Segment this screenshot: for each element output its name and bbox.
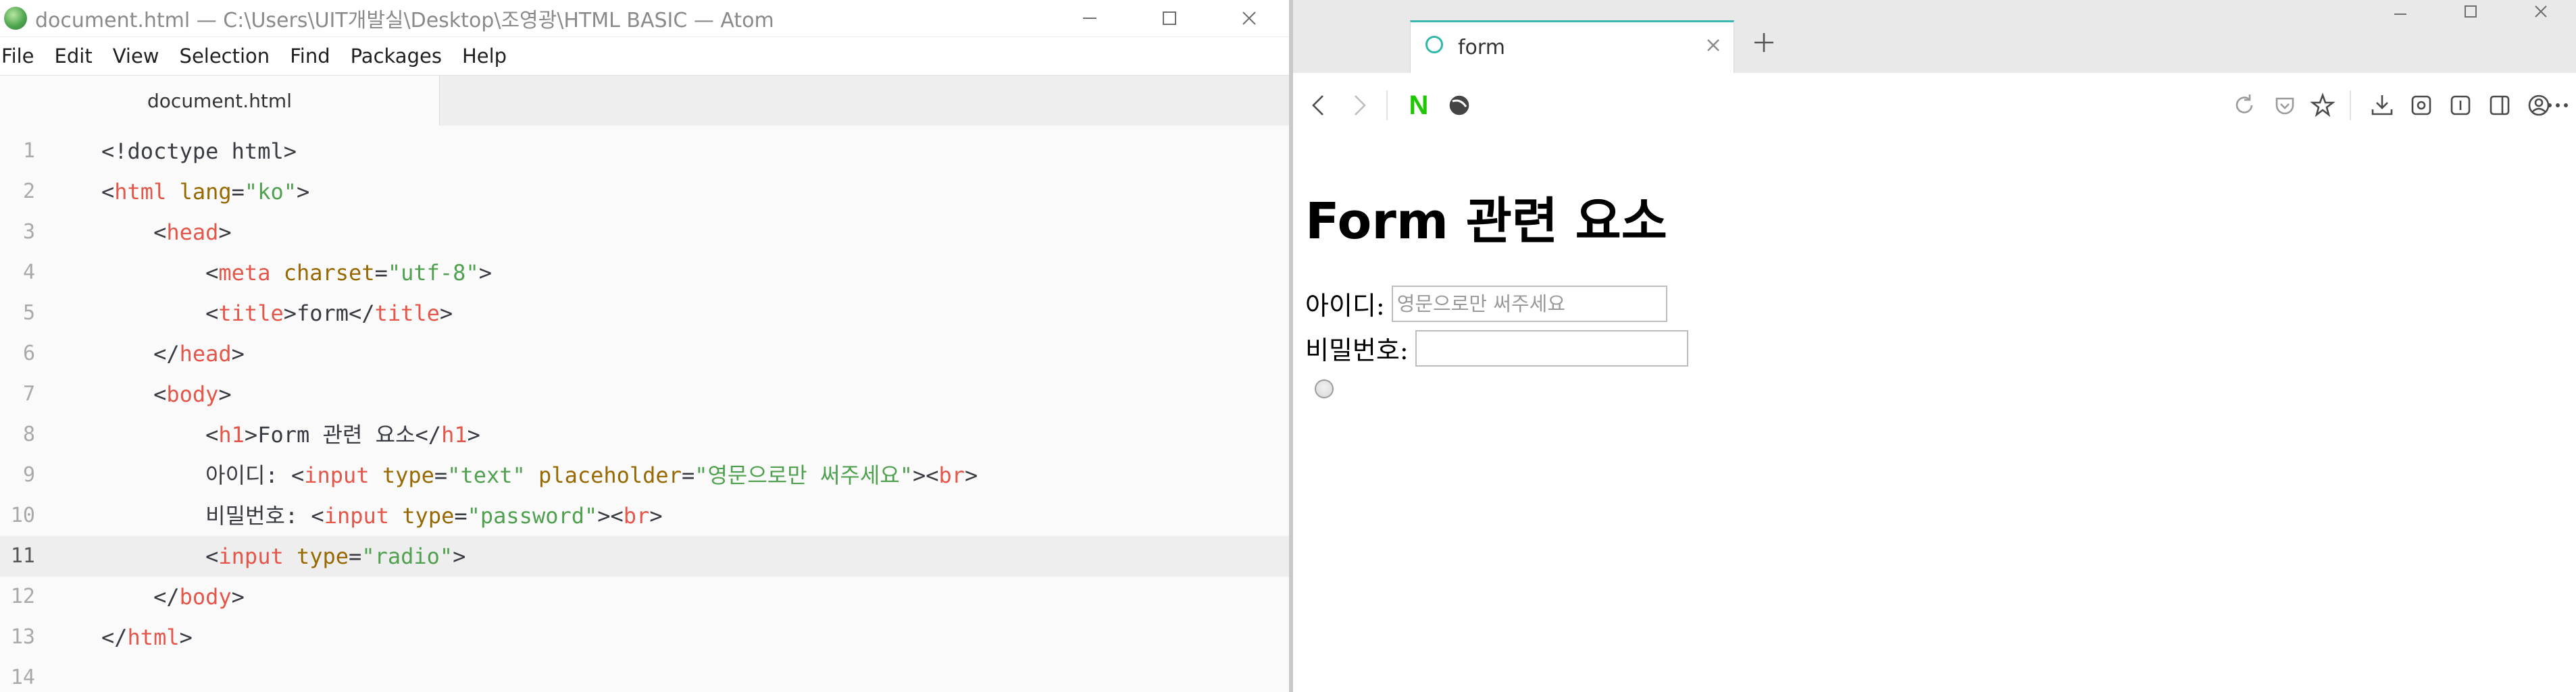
browser-window-controls bbox=[2365, 0, 2576, 23]
atom-window-title: document.html — C:\Users\UIT개발실\Desktop\… bbox=[35, 9, 774, 32]
line-number: 12 bbox=[10, 585, 35, 608]
atom-titlebar: document.html — C:\Users\UIT개발실\Desktop\… bbox=[0, 0, 1289, 37]
code-text: </head> bbox=[153, 341, 245, 367]
line-number: 4 bbox=[22, 261, 35, 284]
code-text: 아이디: <input type="text" placeholder="영문으… bbox=[205, 462, 978, 488]
plus-icon bbox=[1754, 33, 1773, 52]
password-input[interactable] bbox=[1415, 329, 1688, 367]
password-row: 비밀번호: bbox=[1305, 329, 1688, 367]
star-icon[interactable] bbox=[2306, 89, 2339, 122]
line-number: 5 bbox=[22, 301, 35, 325]
back-icon[interactable] bbox=[1303, 89, 1335, 122]
reader-icon[interactable] bbox=[2444, 89, 2477, 122]
screenshot-icon[interactable] bbox=[2405, 89, 2438, 122]
close-icon[interactable] bbox=[2506, 0, 2576, 23]
minimize-icon[interactable] bbox=[2365, 0, 2435, 23]
tab-label: document.html bbox=[147, 89, 292, 112]
id-row: 아이디: 영문으로만 써주세요 bbox=[1305, 285, 1667, 322]
menu-view[interactable]: View bbox=[113, 45, 159, 68]
download-icon[interactable] bbox=[2366, 89, 2398, 122]
menu-edit[interactable]: Edit bbox=[55, 45, 93, 68]
line-number: 7 bbox=[22, 382, 35, 406]
atom-tab-bar: document.html bbox=[0, 75, 1289, 126]
line-number: 3 bbox=[22, 220, 35, 244]
code-line: 2 <html lang="ko"> bbox=[0, 171, 1289, 212]
code-line: 4 <meta charset="utf-8"> bbox=[0, 252, 1289, 293]
code-line: 8 <h1>Form 관련 요소</h1> bbox=[0, 415, 1289, 455]
menu-help[interactable]: Help bbox=[462, 45, 507, 68]
line-number: 8 bbox=[22, 423, 35, 446]
toolbar-separator bbox=[2350, 90, 2351, 120]
tab-close-icon[interactable] bbox=[1705, 37, 1721, 56]
menu-file[interactable]: File bbox=[1, 45, 34, 68]
forward-icon[interactable] bbox=[1343, 89, 1375, 122]
atom-menubar: File Edit View Selection Find Packages H… bbox=[0, 37, 1289, 75]
code-line: 1 <!doctype html> bbox=[0, 131, 1289, 171]
code-line: 14 bbox=[0, 658, 1289, 692]
browser-tab-form[interactable]: form bbox=[1410, 20, 1734, 73]
maximize-icon[interactable] bbox=[1130, 0, 1209, 36]
whale-icon[interactable] bbox=[1443, 89, 1475, 122]
sidebar-icon[interactable] bbox=[2483, 89, 2516, 122]
code-text: <input type="radio"> bbox=[205, 543, 466, 569]
atom-logo-icon bbox=[4, 7, 27, 30]
atom-window-controls bbox=[1050, 0, 1289, 36]
code-text: <html lang="ko"> bbox=[101, 179, 310, 205]
page-content: Form 관련 요소 아이디: 영문으로만 써주세요 비밀번호: bbox=[1293, 138, 2576, 692]
code-text: </body> bbox=[153, 584, 245, 610]
id-label: 아이디: bbox=[1305, 291, 1385, 321]
line-number: 10 bbox=[10, 504, 35, 527]
line-number: 1 bbox=[22, 139, 35, 163]
code-line-active: 11 <input type="radio"> bbox=[0, 536, 1289, 577]
naver-label: N bbox=[1409, 90, 1429, 120]
code-line: 13 </html> bbox=[0, 617, 1289, 658]
line-number: 2 bbox=[22, 180, 35, 203]
maximize-icon[interactable] bbox=[2435, 0, 2506, 23]
naver-icon[interactable]: N bbox=[1403, 89, 1435, 122]
reload-icon[interactable] bbox=[2228, 89, 2261, 122]
toolbar-separator bbox=[1386, 90, 1388, 120]
browser-toolbar: N bbox=[1293, 73, 2576, 139]
code-text: <meta charset="utf-8"> bbox=[205, 260, 492, 286]
code-line: 12 </body> bbox=[0, 577, 1289, 617]
code-line: 10 비밀번호: <input type="password"><br> bbox=[0, 496, 1289, 536]
more-icon[interactable] bbox=[2544, 89, 2571, 122]
code-text: <title>form</title> bbox=[205, 300, 453, 326]
code-text: <h1>Form 관련 요소</h1> bbox=[205, 422, 480, 448]
menu-selection[interactable]: Selection bbox=[180, 45, 270, 68]
line-number: 13 bbox=[10, 625, 35, 649]
line-number: 6 bbox=[22, 342, 35, 365]
close-icon[interactable] bbox=[1209, 0, 1289, 36]
id-input[interactable]: 영문으로만 써주세요 bbox=[1391, 285, 1667, 322]
line-number: 9 bbox=[22, 463, 35, 487]
radio-input[interactable] bbox=[1315, 379, 1334, 398]
code-line: 6 </head> bbox=[0, 334, 1289, 374]
line-number: 11 bbox=[10, 544, 35, 568]
line-number: 14 bbox=[10, 666, 35, 689]
browser-tab-title: form bbox=[1458, 36, 1505, 59]
code-text: <body> bbox=[153, 381, 232, 407]
menu-packages[interactable]: Packages bbox=[351, 45, 442, 68]
tab-document-html[interactable]: document.html bbox=[0, 76, 440, 126]
minimize-icon[interactable] bbox=[1050, 0, 1130, 36]
browser-window: form N Form 관련 요소 아이디: 영문으로만 써주세요 비밀번호: bbox=[1293, 0, 2576, 692]
pocket-icon[interactable] bbox=[2269, 89, 2301, 122]
atom-window: document.html — C:\Users\UIT개발실\Desktop\… bbox=[0, 0, 1289, 692]
password-label: 비밀번호: bbox=[1305, 336, 1409, 365]
favicon-icon bbox=[1425, 36, 1443, 53]
code-line: 3 <head> bbox=[0, 212, 1289, 252]
code-text: <head> bbox=[153, 219, 232, 245]
code-text: </html> bbox=[101, 624, 193, 650]
code-text: 비밀번호: <input type="password"><br> bbox=[205, 503, 663, 529]
new-tab-button[interactable] bbox=[1752, 31, 1775, 57]
code-text: <!doctype html> bbox=[101, 138, 297, 164]
code-line: 7 <body> bbox=[0, 374, 1289, 415]
code-editor[interactable]: 1 <!doctype html> 2 <html lang="ko"> 3 <… bbox=[0, 126, 1289, 692]
code-line: 9 아이디: <input type="text" placeholder="영… bbox=[0, 455, 1289, 496]
menu-find[interactable]: Find bbox=[290, 45, 330, 68]
page-heading: Form 관련 요소 bbox=[1305, 192, 1667, 250]
browser-tab-strip: form bbox=[1293, 0, 2576, 73]
code-line: 5 <title>form</title> bbox=[0, 293, 1289, 334]
